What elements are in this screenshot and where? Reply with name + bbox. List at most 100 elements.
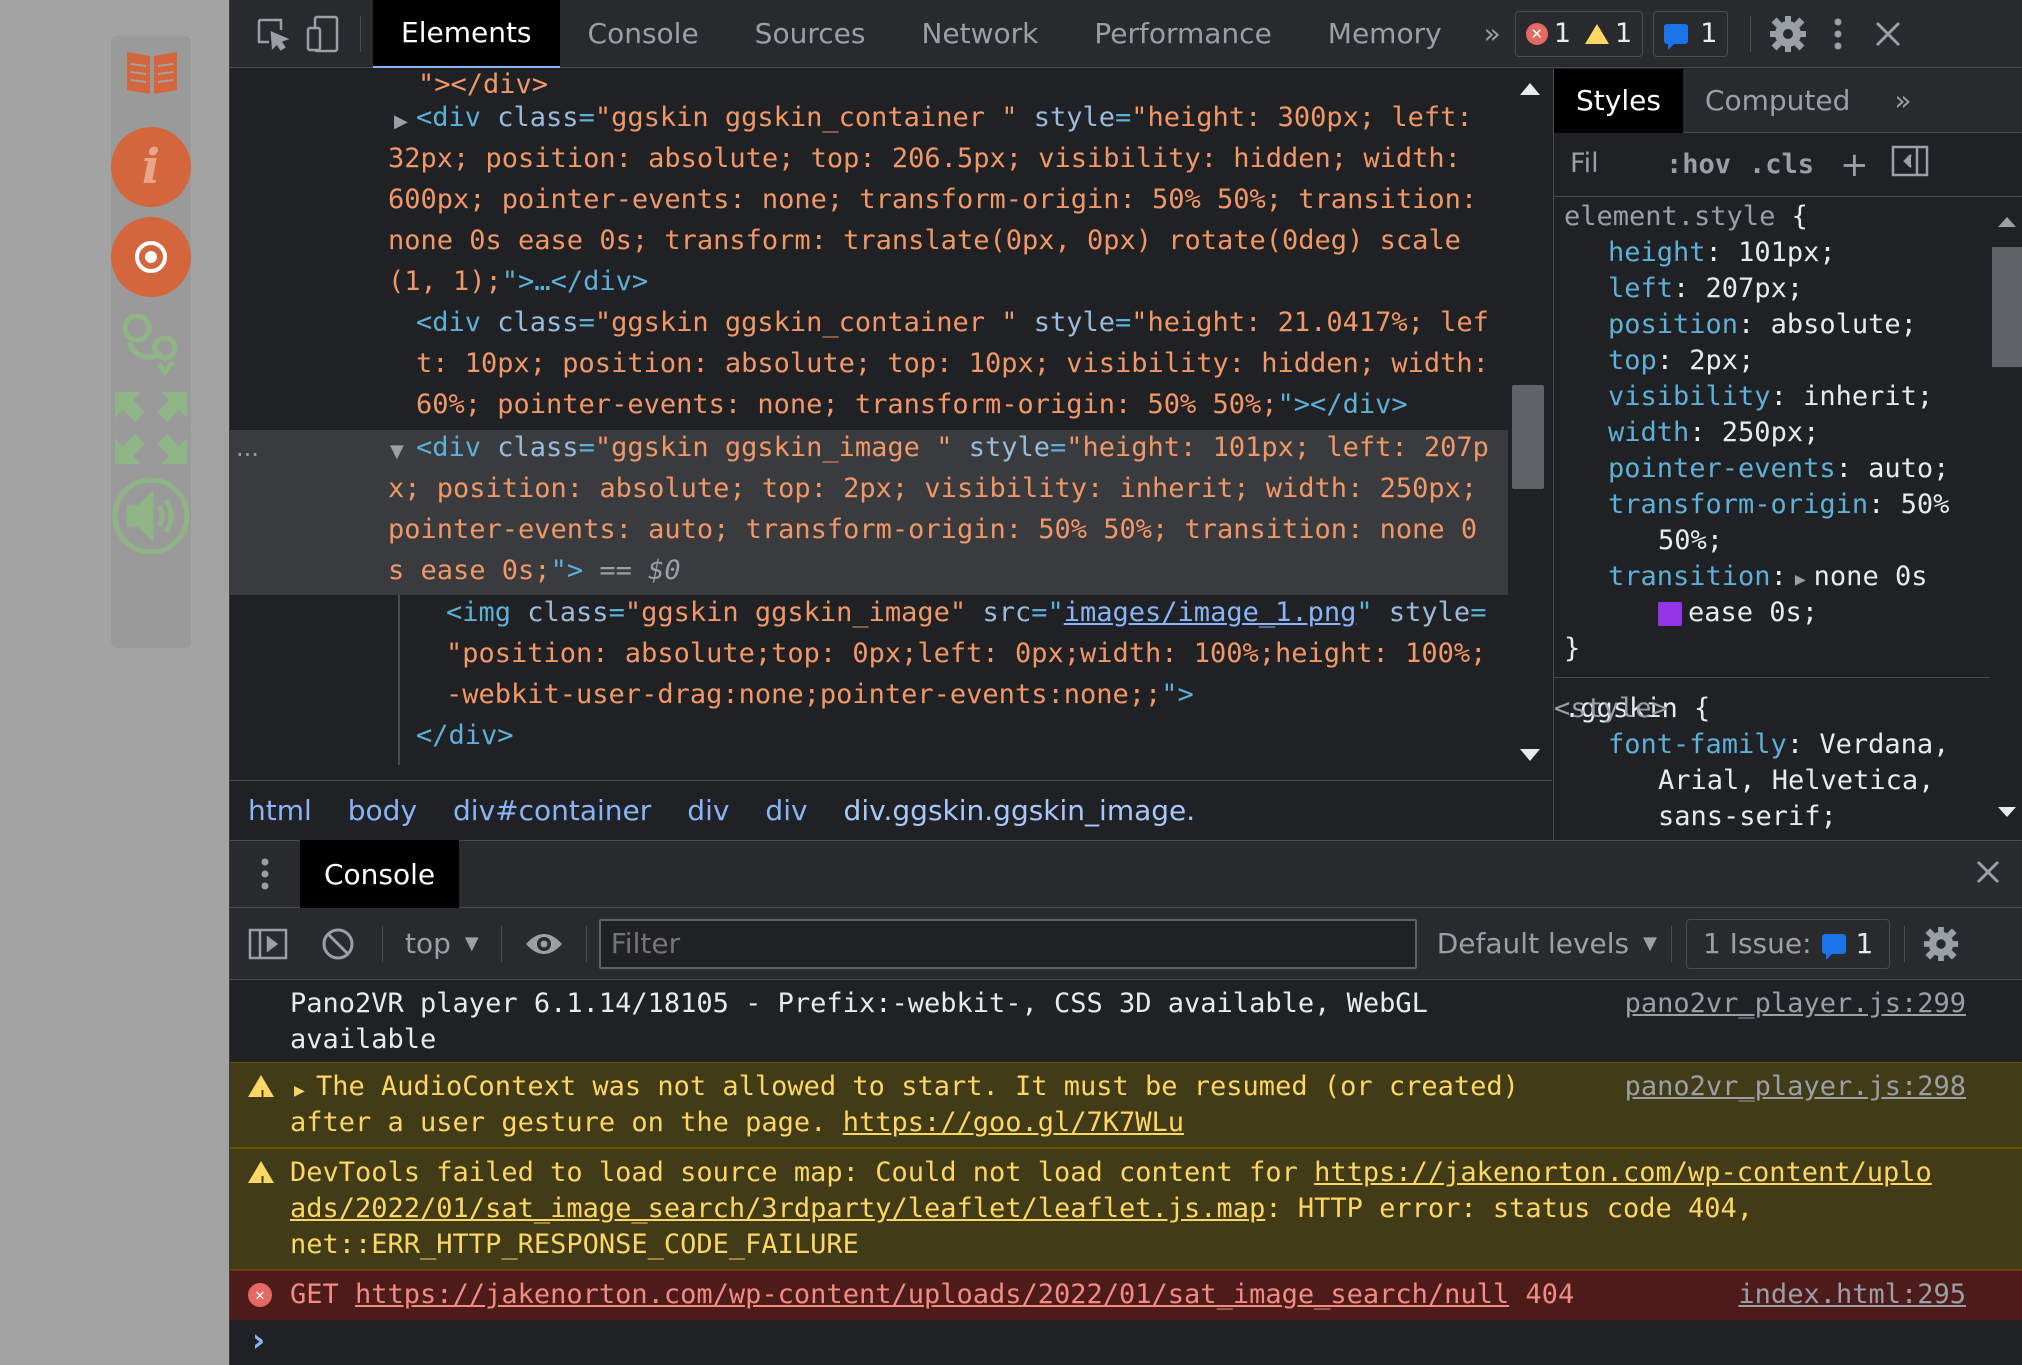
style-property[interactable]: transform-origin: 50% <box>1608 487 1949 523</box>
tab-network[interactable]: Network <box>893 0 1066 68</box>
message-link[interactable]: https://jakenorton.com/wp-content/upload… <box>355 1279 1509 1310</box>
book-icon[interactable] <box>123 42 181 100</box>
info-icon[interactable]: i <box>111 127 191 207</box>
console-settings-gear-icon[interactable] <box>1919 926 1963 962</box>
style-property[interactable]: font-family: Verdana, <box>1608 727 1949 763</box>
style-property[interactable]: width: 250px; <box>1608 415 1819 451</box>
more-options-icon[interactable] <box>1813 0 1863 68</box>
log-levels-dropdown[interactable]: Default levels ▼ <box>1437 927 1657 960</box>
message-link[interactable]: https://goo.gl/7K7WLu <box>843 1107 1184 1138</box>
context-selector[interactable]: top ▼ <box>395 927 489 960</box>
dom-attr-value: "height: 21.0417%; lef <box>1131 307 1489 338</box>
map-pin-icon[interactable] <box>111 302 191 382</box>
scroll-down-icon[interactable] <box>1998 807 2016 817</box>
tab-styles[interactable]: Styles <box>1554 69 1683 133</box>
dom-node-line[interactable]: (1, 1);">…</div> <box>388 261 648 302</box>
message-link[interactable]: ads/2022/01/sat_image_search/3rdparty/le… <box>290 1193 1265 1224</box>
message-link[interactable]: https://jakenorton.com/wp-content/uplo <box>1314 1157 1932 1188</box>
message-source-link[interactable]: pano2vr_player.js:299 <box>1625 986 1966 1022</box>
close-devtools-icon[interactable] <box>1863 0 1913 68</box>
console-filter-input[interactable] <box>598 918 1417 969</box>
breadcrumb-current[interactable]: div.ggskin.ggskin_image. <box>844 794 1196 827</box>
scroll-down-icon[interactable] <box>1520 749 1540 761</box>
error-warning-counter[interactable]: ✕ 1 1 <box>1514 10 1644 57</box>
dom-tag: "></div> <box>1277 389 1408 420</box>
breadcrumb-div[interactable]: div <box>765 794 807 827</box>
dom-scrollbar-thumb[interactable] <box>1512 385 1544 489</box>
expand-triangle-icon[interactable]: ▶ <box>394 101 408 142</box>
styles-scrollbar-thumb[interactable] <box>1992 247 2022 367</box>
rule-selector: element.style { <box>1564 201 1808 232</box>
easing-editor-icon[interactable] <box>1658 601 1682 626</box>
toggle-sidebar-icon[interactable] <box>1891 145 1929 184</box>
node-actions-ellipsis[interactable]: ··· <box>236 435 259 476</box>
hover-state-toggle[interactable]: :hov <box>1666 149 1731 180</box>
dom-node-line[interactable]: <img class="ggskin ggskin_image" src="im… <box>446 592 1486 633</box>
styles-filter-input[interactable]: Fil <box>1564 141 1648 188</box>
tab-sources[interactable]: Sources <box>727 0 894 68</box>
style-property[interactable]: top: 2px; <box>1608 343 1754 379</box>
tab-computed[interactable]: Computed <box>1683 69 1872 133</box>
rule-source-link[interactable]: <style> <box>1554 691 1984 727</box>
dom-attr-value: "ggskin ggskin_container " <box>594 307 1018 338</box>
skin-toolbar: i <box>111 36 191 648</box>
drawer-tab-console[interactable]: Console <box>300 840 460 908</box>
tab-performance[interactable]: Performance <box>1066 0 1299 68</box>
dom-attr-name: style <box>968 432 1050 463</box>
dom-attr-name: src <box>982 597 1032 628</box>
breadcrumb-html[interactable]: html <box>248 794 312 827</box>
fullscreen-icon[interactable] <box>111 388 191 468</box>
style-property[interactable]: pointer-events: auto; <box>1608 451 1949 487</box>
breadcrumb-body[interactable]: body <box>348 794 417 827</box>
expand-triangle-icon[interactable]: ▶ <box>1795 569 1806 590</box>
message-text-part: 404 <box>1509 1279 1575 1310</box>
prop-name: top <box>1608 345 1657 376</box>
add-rule-icon[interactable]: + <box>1840 145 1869 185</box>
tab-console[interactable]: Console <box>560 0 727 68</box>
close-drawer-icon[interactable] <box>1975 859 2001 889</box>
style-property[interactable]: transition: ▶ none 0s <box>1608 559 1927 598</box>
device-toolbar-icon[interactable] <box>298 0 348 68</box>
dom-closing-tag[interactable]: </div> <box>416 715 514 756</box>
scroll-up-icon[interactable] <box>1998 217 2016 227</box>
prop-value: 2px; <box>1689 345 1755 376</box>
issues-button[interactable]: 1 Issue: 1 <box>1685 918 1891 969</box>
console-prompt[interactable]: › <box>230 1320 2022 1365</box>
show-sidebar-icon[interactable] <box>230 928 306 960</box>
clear-console-icon[interactable] <box>306 927 370 961</box>
more-tabs-button[interactable]: » <box>1470 0 1515 68</box>
dom-node-line[interactable]: s ease 0s;"> == $0 <box>388 550 681 591</box>
dom-node-line[interactable]: <div class="ggskin ggskin_container " st… <box>416 302 1489 343</box>
image-src-link[interactable]: images/image_1.png <box>1064 597 1357 628</box>
target-icon[interactable] <box>111 217 191 297</box>
breadcrumb-div[interactable]: div <box>687 794 729 827</box>
message-source-link[interactable]: pano2vr_player.js:298 <box>1625 1069 1966 1105</box>
style-property[interactable]: position: absolute; <box>1608 307 1917 343</box>
dom-node-line[interactable]: 60%; pointer-events: none; transform-ori… <box>416 384 1408 425</box>
scroll-up-icon[interactable] <box>1520 83 1540 95</box>
inspect-element-icon[interactable] <box>248 0 298 68</box>
more-sidebar-tabs[interactable]: » <box>1872 69 1933 133</box>
dom-node-line[interactable]: <div class="ggskin ggskin_container " st… <box>416 97 1473 138</box>
issues-counter[interactable]: 1 <box>1653 10 1729 57</box>
dom-node-line[interactable]: -webkit-user-drag:none;pointer-events:no… <box>446 674 1194 715</box>
style-property[interactable]: visibility: inherit; <box>1608 379 1933 415</box>
tab-memory[interactable]: Memory <box>1300 0 1470 68</box>
live-expression-eye-icon[interactable] <box>514 930 574 958</box>
settings-gear-icon[interactable] <box>1763 0 1813 68</box>
expand-triangle-icon[interactable]: ▶ <box>294 1073 305 1109</box>
sound-icon[interactable] <box>111 476 191 556</box>
styles-scrollbar[interactable] <box>1990 197 2022 840</box>
class-toggle[interactable]: .cls <box>1749 149 1814 180</box>
chevron-down-icon: ▼ <box>1643 933 1657 954</box>
dom-node-line-selected[interactable]: <div class="ggskin ggskin_image " style=… <box>416 427 1489 468</box>
tab-elements[interactable]: Elements <box>373 0 560 68</box>
breadcrumb-container[interactable]: div#container <box>453 794 651 827</box>
drawer-menu-icon[interactable] <box>230 857 300 891</box>
style-property[interactable]: left: 207px; <box>1608 271 1803 307</box>
style-property[interactable]: height: 101px; <box>1608 235 1836 271</box>
toolbar-divider <box>360 15 361 52</box>
message-source-link[interactable]: index.html:295 <box>1738 1277 1966 1313</box>
collapse-triangle-icon[interactable]: ▼ <box>390 431 404 472</box>
dom-attr-continuation: x; position: absolute; top: 2px; visibil… <box>388 473 1478 504</box>
